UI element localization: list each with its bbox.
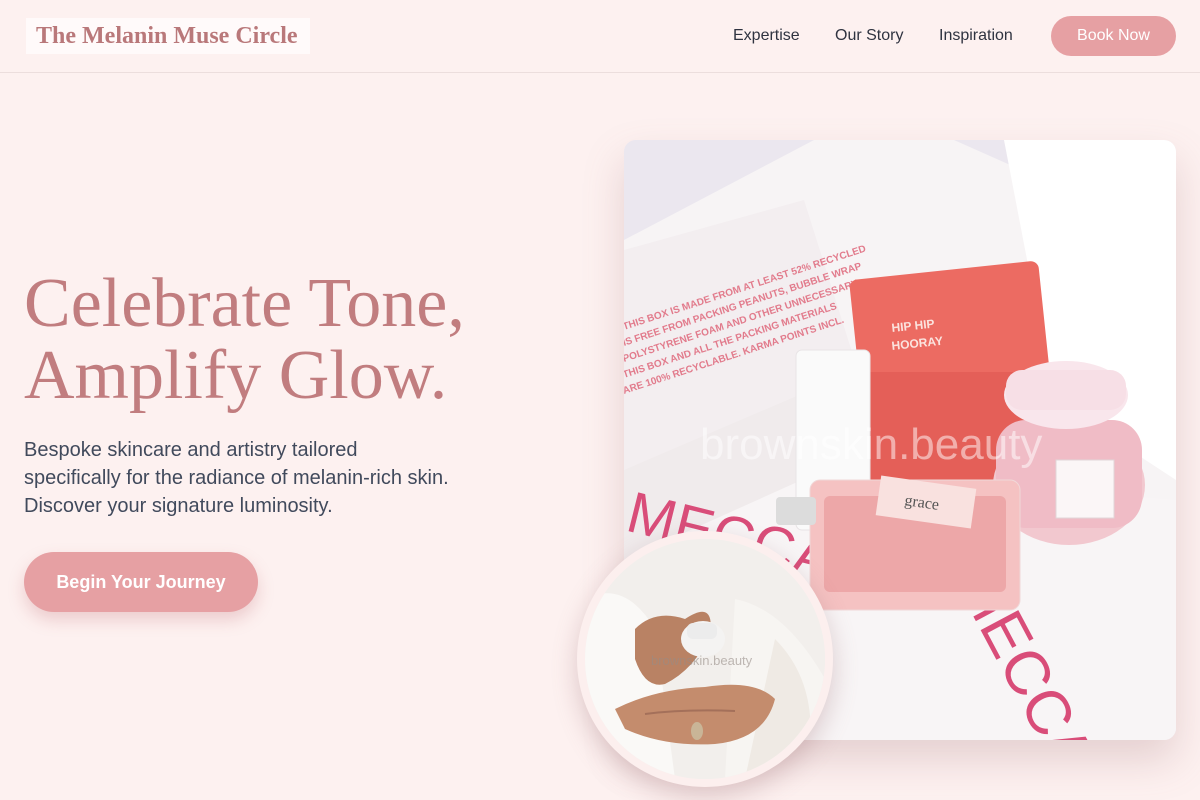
nav-link-expertise[interactable]: Expertise bbox=[733, 26, 800, 46]
hero-subtitle: Bespoke skincare and artistry tailored s… bbox=[24, 439, 449, 517]
application-photo: brownskin.beauty bbox=[577, 531, 833, 787]
hero-title-line-2: Amplify Glow. bbox=[24, 337, 448, 414]
begin-journey-button[interactable]: Begin Your Journey bbox=[24, 552, 258, 612]
hero-title: Celebrate Tone, Amplify Glow. bbox=[24, 268, 544, 412]
circle-photo-watermark: brownskin.beauty bbox=[651, 653, 753, 668]
photo-watermark: brownskin.beauty bbox=[700, 420, 1043, 469]
application-photo-inner: brownskin.beauty bbox=[585, 539, 825, 779]
nav-link-our-story[interactable]: Our Story bbox=[835, 26, 903, 46]
book-now-button[interactable]: Book Now bbox=[1051, 16, 1176, 56]
site-header: The Melanin Muse Circle Expertise Our St… bbox=[0, 0, 1200, 73]
hero-title-line-1: Celebrate Tone, bbox=[24, 265, 465, 342]
nav-link-inspiration[interactable]: Inspiration bbox=[939, 26, 1013, 46]
site-logo[interactable]: The Melanin Muse Circle bbox=[26, 18, 310, 54]
